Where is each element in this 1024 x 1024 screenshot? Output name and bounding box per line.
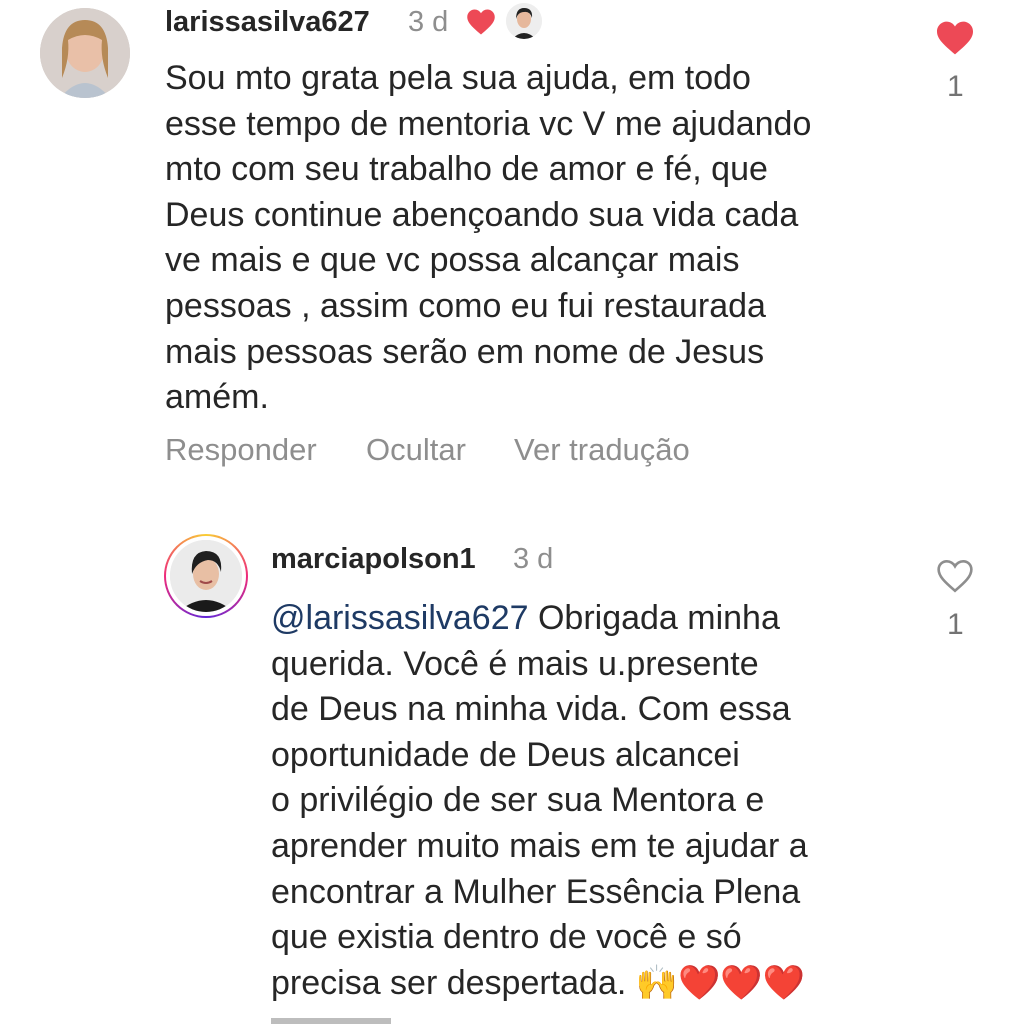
avatar-larissasilva627[interactable] — [40, 8, 130, 98]
avatar-marciapolson1[interactable] — [166, 536, 246, 616]
emoji-string: 🙌❤️❤️❤️ — [635, 963, 806, 1002]
reply-line: oportunidade de Deus alcancei — [271, 735, 740, 774]
comment-line: ve mais e que vc possa alcançar mais — [165, 241, 740, 280]
reply-last-line: precisa ser despertada. 🙌❤️❤️❤️ — [271, 961, 808, 1007]
comment-line: pessoas , assim como eu fui restaurada — [165, 286, 766, 325]
translate-button[interactable]: Ver tradução — [514, 432, 690, 468]
comment-username[interactable]: larissasilva627 — [165, 6, 370, 39]
reply-line: Obrigada minha — [528, 599, 780, 637]
mention-link[interactable]: @larissasilva627 — [271, 599, 529, 637]
reply-text: @larissasilva627 Obrigada minha querida.… — [271, 596, 808, 1006]
comment-line: Sou mto grata pela sua ajuda, em todo — [165, 59, 751, 97]
comment-line: mto com seu trabalho de amor e fé, que — [165, 150, 768, 189]
reply-button[interactable]: Responder — [165, 432, 317, 468]
reply-username[interactable]: marciapolson1 — [271, 543, 476, 576]
reply-first-line: @larissasilva627 Obrigada minha — [271, 596, 808, 642]
reply-line: aprender muito mais em te ajudar a — [271, 826, 808, 865]
reply-line: de Deus na minha vida. Com essa — [271, 690, 791, 729]
hide-button[interactable]: Ocultar — [366, 432, 466, 468]
reply-line: o privilégio de ser sua Mentora e — [271, 781, 765, 820]
reply-time: 3 d — [513, 543, 554, 575]
next-action-row-clipped — [271, 1018, 401, 1024]
creator-avatar-mini — [506, 3, 542, 39]
comment-text: Sou mto grata pela sua ajuda, em todo es… — [165, 56, 811, 421]
reply-like-count: 1 — [947, 608, 964, 641]
reply-line: precisa ser despertada. — [271, 963, 636, 1002]
reply-like-heart-outline-icon[interactable] — [935, 558, 975, 594]
comment-line: esse tempo de mentoria vc V me ajudando — [165, 104, 812, 143]
reply-line: encontrar a Mulher Essência Plena — [271, 872, 801, 911]
reply-line: que existia dentro de você e só — [271, 918, 742, 957]
reply-line: querida. Você é mais u.presente — [271, 644, 759, 683]
comment-line: Deus continue abençoando sua vida cada — [165, 195, 799, 234]
comment-line: amém. — [165, 378, 269, 417]
comment-like-heart-icon[interactable] — [935, 20, 975, 56]
creator-liked-heart-icon — [467, 9, 495, 35]
comment-time: 3 d — [408, 6, 449, 38]
comment-like-count: 1 — [947, 70, 964, 103]
comment-line: mais pessoas serão em nome de Jesus — [165, 332, 765, 371]
